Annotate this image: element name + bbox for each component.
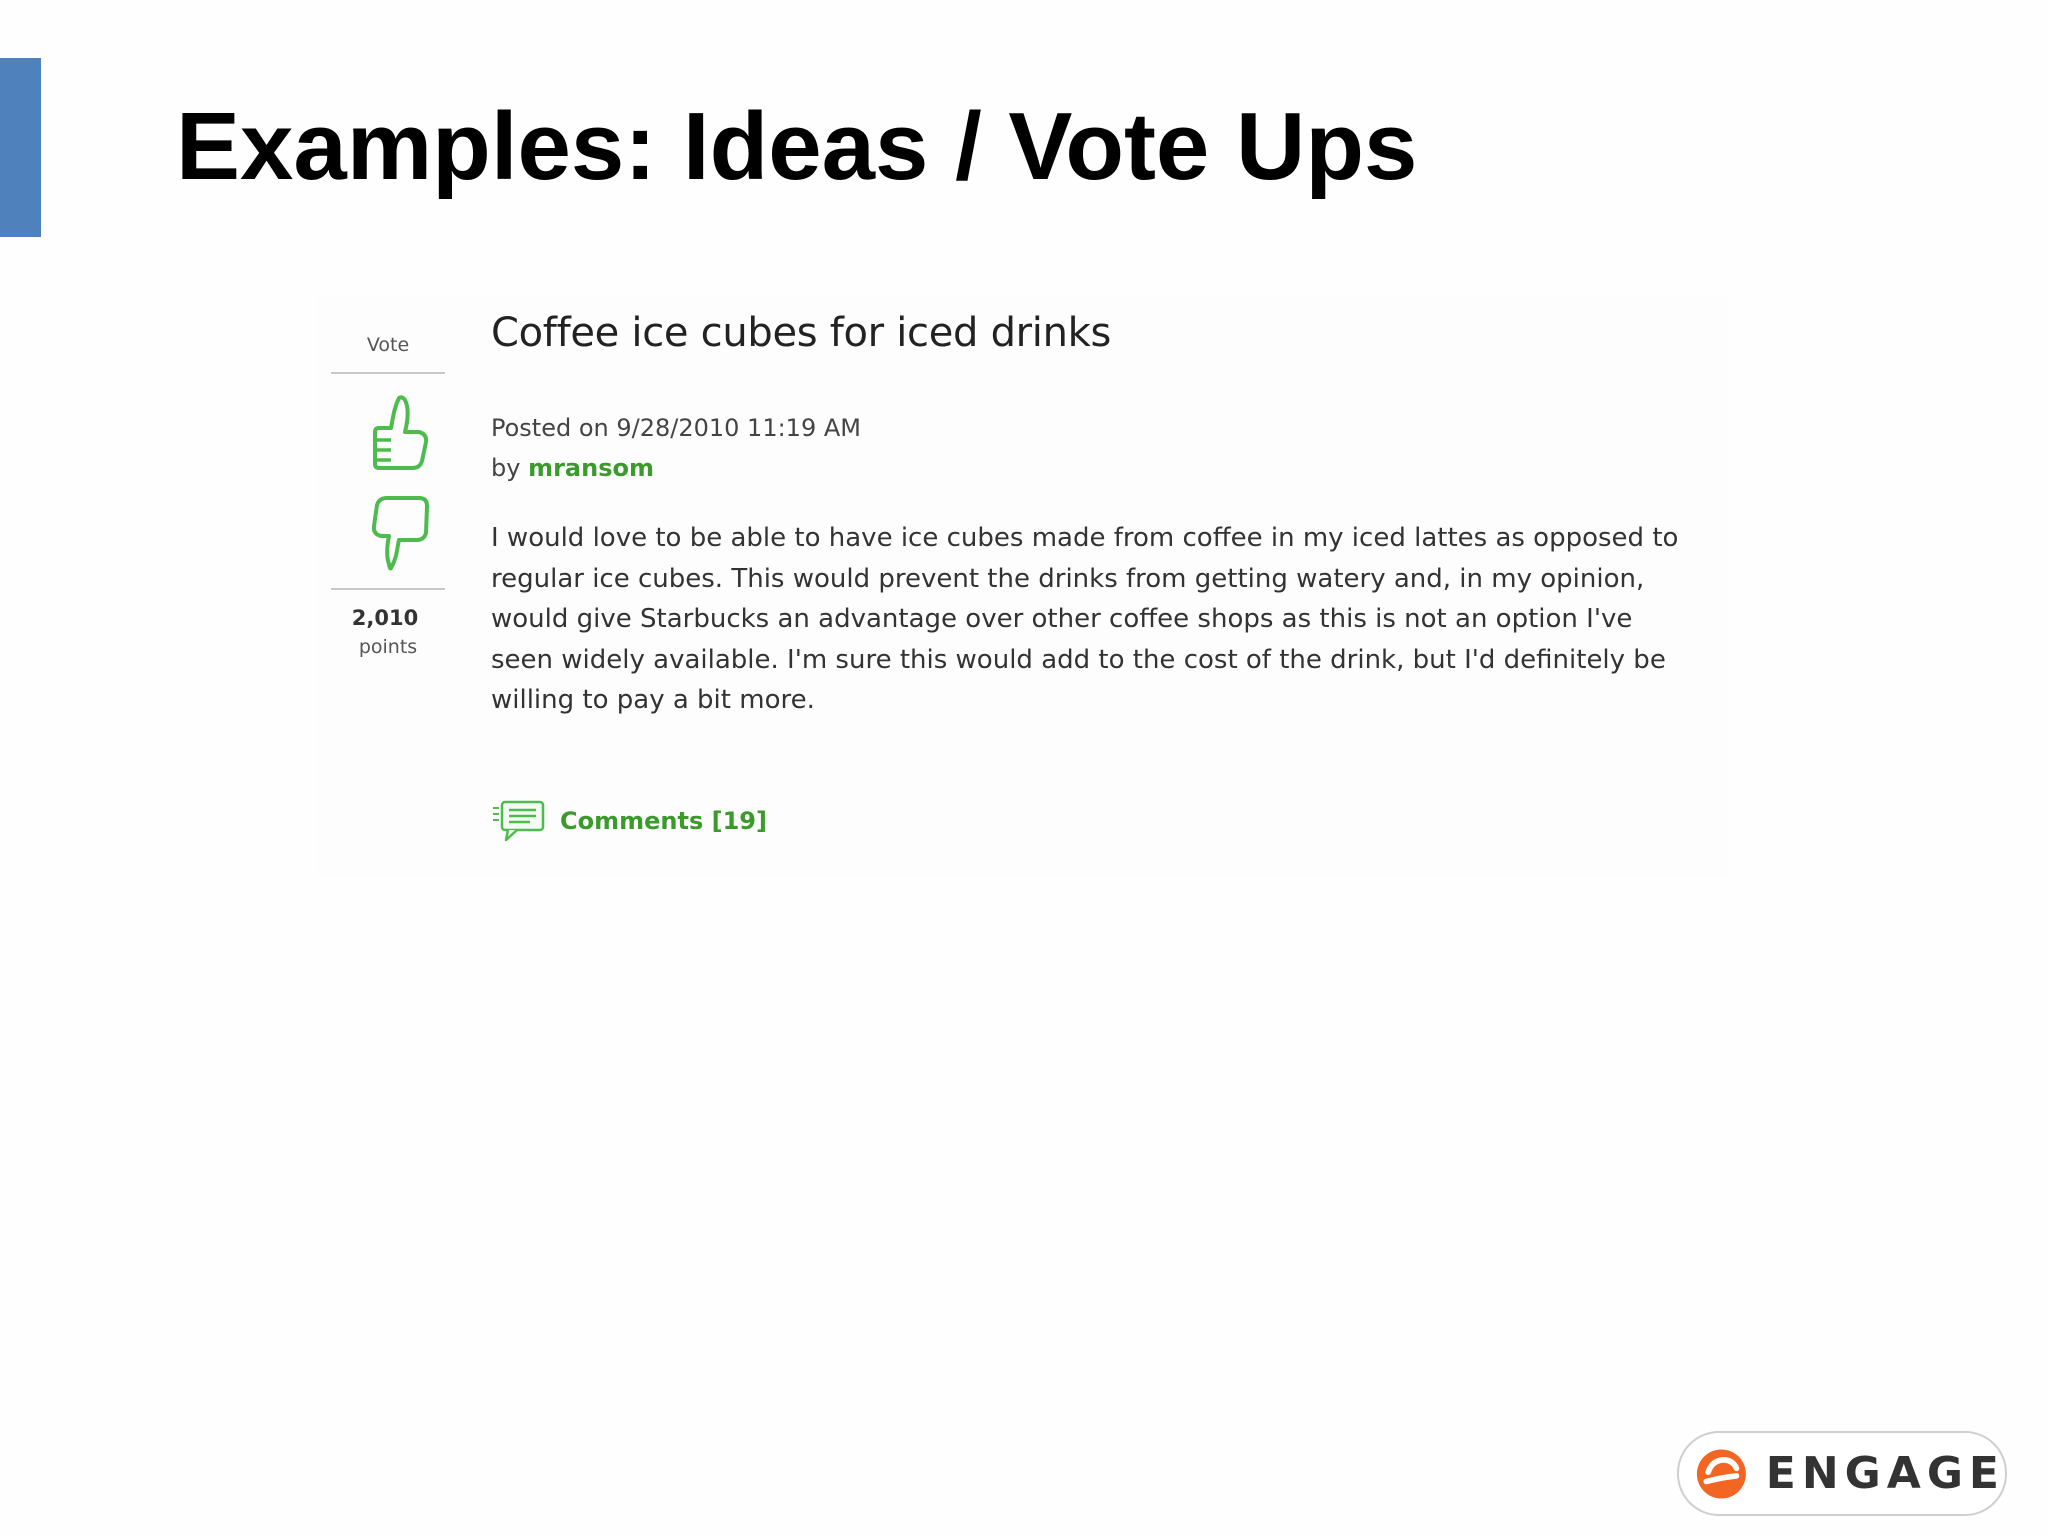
idea-body: I would love to be able to have ice cube… [491, 523, 1679, 715]
idea-title[interactable]: Coffee ice cubes for iced drinks [491, 310, 1111, 356]
author-link[interactable]: mransom [528, 454, 654, 482]
vote-label: Vote [366, 334, 410, 356]
engage-wordmark: ENGAGE [1765, 1448, 2005, 1499]
idea-screenshot: Vote 2,010 points Coffee ice cubes for i… [318, 296, 1728, 876]
slide-accent-bar [0, 58, 41, 237]
engage-logo-icon [1696, 1449, 1746, 1498]
vote-divider-top [331, 372, 445, 374]
speech-bubble-icon [493, 800, 545, 842]
thumbs-up-icon[interactable] [369, 394, 431, 474]
thumbs-down-icon[interactable] [369, 492, 431, 572]
vote-divider-bottom [331, 588, 445, 590]
byline: by mransom [491, 454, 654, 482]
engage-brand-badge: ENGAGE [1677, 1431, 2007, 1516]
posted-date: Posted on 9/28/2010 11:19 AM [491, 414, 861, 442]
comments-label[interactable]: Comments [19] [560, 807, 767, 835]
slide-title: Examples: Ideas / Vote Ups [176, 93, 1418, 200]
points-value: 2,010 [351, 606, 419, 630]
byline-prefix: by [491, 454, 521, 482]
points-label: points [358, 636, 418, 658]
comments-link[interactable]: Comments [19] [490, 798, 767, 844]
